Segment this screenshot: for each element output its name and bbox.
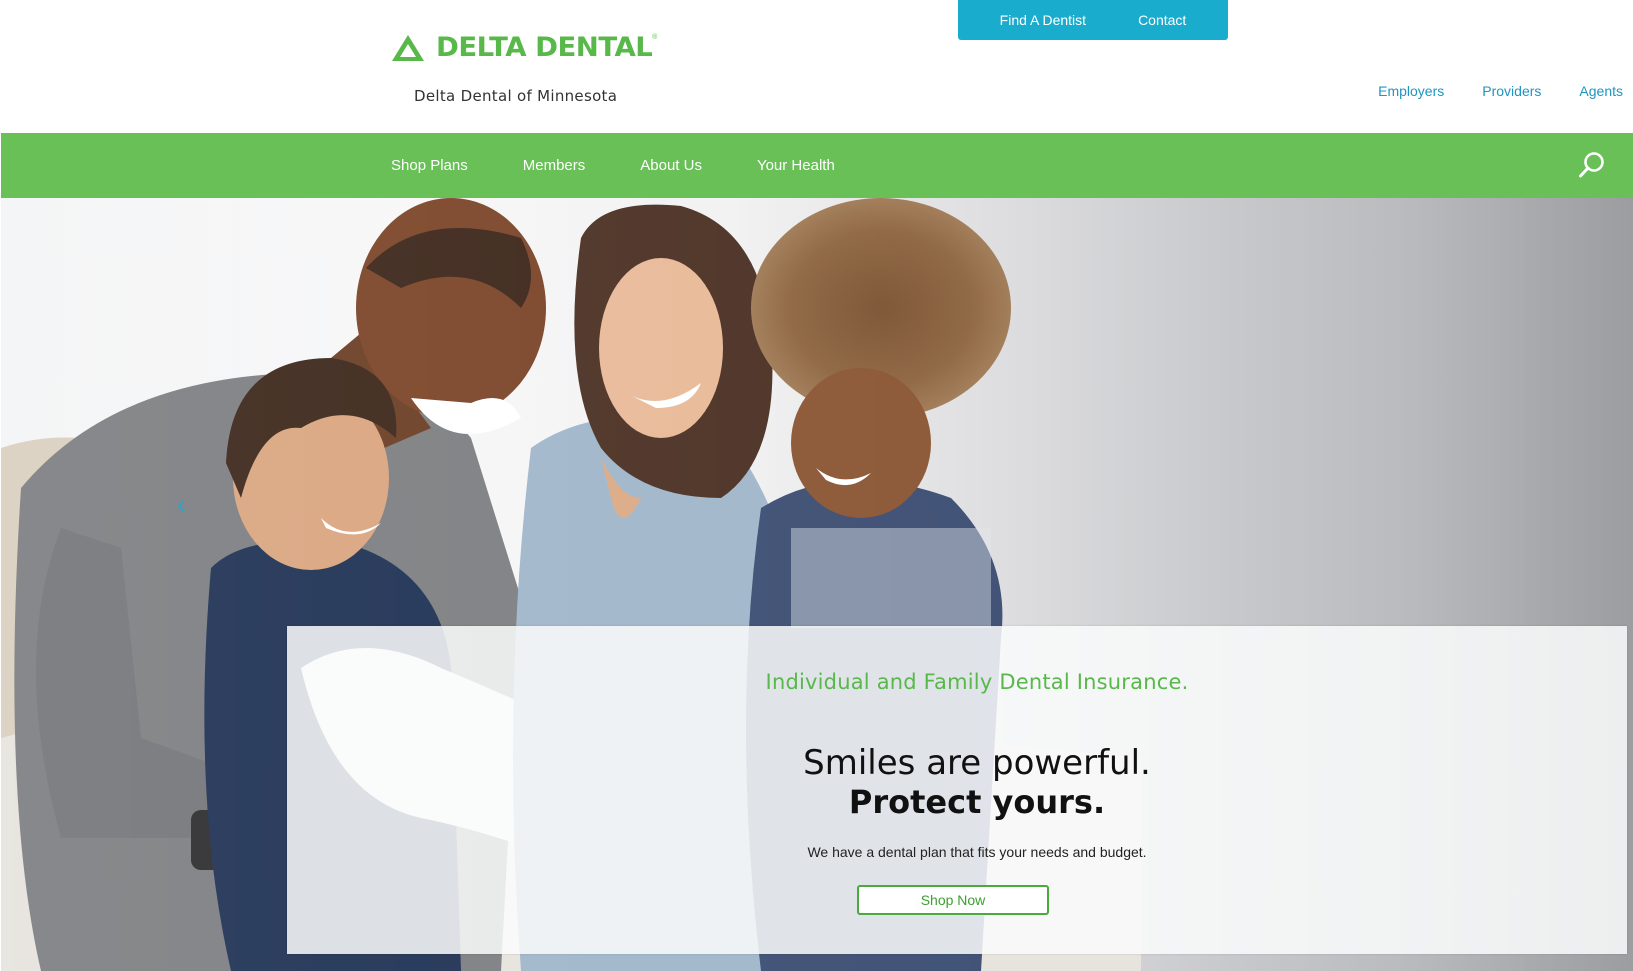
organization-name: Delta Dental of Minnesota — [414, 87, 618, 105]
delta-dental-logo[interactable]: DELTA DENTAL ® — [390, 32, 657, 63]
utility-bar: Find A Dentist Contact — [958, 0, 1228, 40]
main-nav: Shop Plans Members About Us Your Health — [1, 133, 1633, 198]
hero-card: Individual and Family Dental Insurance. … — [287, 626, 1627, 954]
search-icon[interactable] — [1577, 150, 1607, 180]
hero-headline: Smiles are powerful. — [803, 743, 1151, 783]
contact-link[interactable]: Contact — [1138, 12, 1186, 28]
hero-banner: ‹ Individual and Family Dental Insurance… — [1, 198, 1633, 971]
nav-item-about-us[interactable]: About Us — [640, 157, 702, 174]
logo-wordmark: DELTA DENTAL — [436, 32, 653, 63]
site-header: DELTA DENTAL ® Delta Dental of Minnesota… — [0, 0, 1633, 133]
agents-link[interactable]: Agents — [1579, 83, 1623, 99]
nav-item-shop-plans[interactable]: Shop Plans — [391, 157, 468, 174]
logo-registered-mark: ® — [652, 34, 658, 41]
hero-subheadline: Protect yours. — [848, 783, 1106, 821]
hero-kicker: Individual and Family Dental Insurance. — [765, 670, 1189, 694]
carousel-prev-icon[interactable]: ‹ — [177, 491, 186, 517]
providers-link[interactable]: Providers — [1482, 83, 1541, 99]
main-nav-items: Shop Plans Members About Us Your Health — [391, 133, 835, 198]
nav-item-your-health[interactable]: Your Health — [757, 157, 835, 174]
employers-link[interactable]: Employers — [1378, 83, 1444, 99]
shop-now-button[interactable]: Shop Now — [857, 885, 1049, 915]
find-a-dentist-link[interactable]: Find A Dentist — [1000, 12, 1086, 28]
delta-triangle-icon — [392, 34, 424, 61]
audience-nav: Employers Providers Agents — [1378, 83, 1623, 99]
nav-item-members[interactable]: Members — [523, 157, 586, 174]
hero-body-text: We have a dental plan that fits your nee… — [807, 844, 1147, 860]
